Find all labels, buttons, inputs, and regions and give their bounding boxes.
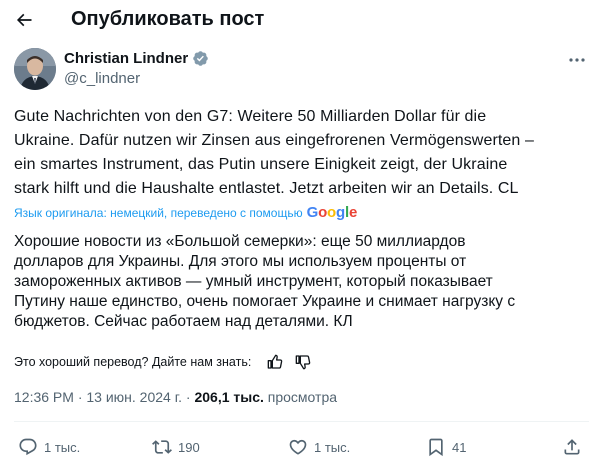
post-meta: 12:36 PM · 13 июн. 2024 г. · 206,1 тыс. …	[14, 389, 337, 405]
author-handle[interactable]: @c_lindner	[64, 70, 140, 87]
meta-separator: ·	[182, 389, 195, 405]
author-name[interactable]: Christian Lindner	[64, 50, 188, 67]
like-button[interactable]: 1 тыс.	[288, 435, 350, 459]
share-icon	[564, 439, 580, 455]
tweet-text: Gute Nachrichten von den G7: Weitere 50 …	[14, 108, 534, 197]
arrow-left-icon	[16, 13, 32, 27]
avatar-image	[14, 48, 56, 90]
reply-count: 1 тыс.	[44, 439, 81, 455]
thumbs-down-icon	[295, 355, 311, 370]
post-date[interactable]: 13 июн. 2024 г.	[86, 389, 182, 405]
back-button[interactable]	[10, 6, 38, 34]
share-button[interactable]	[562, 435, 582, 459]
translation-attribution: Язык оригинала: немецкий, переведено с п…	[14, 204, 357, 221]
more-options-button[interactable]	[565, 52, 589, 68]
divider	[14, 421, 589, 422]
verified-badge-icon	[193, 51, 208, 66]
views-count: 206,1 тыс.	[194, 389, 264, 405]
like-count: 1 тыс.	[314, 439, 351, 455]
bookmark-icon	[429, 438, 443, 457]
thumbs-up-button[interactable]	[265, 352, 285, 372]
translation-note: Язык оригинала: немецкий, переведено с п…	[14, 205, 303, 220]
repost-button[interactable]: 190	[152, 435, 200, 459]
thumbs-down-button[interactable]	[293, 352, 313, 372]
bookmark-button[interactable]: 41	[426, 435, 466, 459]
author-name-row: Christian Lindner	[64, 50, 209, 67]
repost-icon	[152, 440, 172, 454]
reply-button[interactable]: 1 тыс.	[18, 435, 80, 459]
meta-separator: ·	[73, 389, 87, 405]
thumbs-up-icon	[267, 354, 283, 369]
page-header: Опубликовать пост	[0, 0, 600, 40]
feedback-prompt: Это хороший перевод? Дайте нам знать:	[14, 355, 252, 369]
more-horizontal-icon	[569, 58, 585, 62]
bookmark-count: 41	[452, 439, 467, 455]
views-label: просмотра	[267, 389, 338, 405]
reply-icon	[19, 438, 37, 456]
repost-count: 190	[178, 439, 200, 455]
google-logo[interactable]: Google	[307, 204, 358, 221]
action-bar: 1 тыс. 190 1 тыс. 41	[0, 435, 600, 459]
translation-feedback: Это хороший перевод? Дайте нам знать:	[14, 352, 313, 372]
page-title: Опубликовать пост	[71, 8, 265, 30]
translated-text: Хорошие новости из «Большой семерки»: ещ…	[14, 233, 516, 330]
avatar[interactable]	[14, 48, 56, 90]
post-time[interactable]: 12:36 PM	[14, 389, 74, 405]
heart-icon	[289, 439, 307, 455]
